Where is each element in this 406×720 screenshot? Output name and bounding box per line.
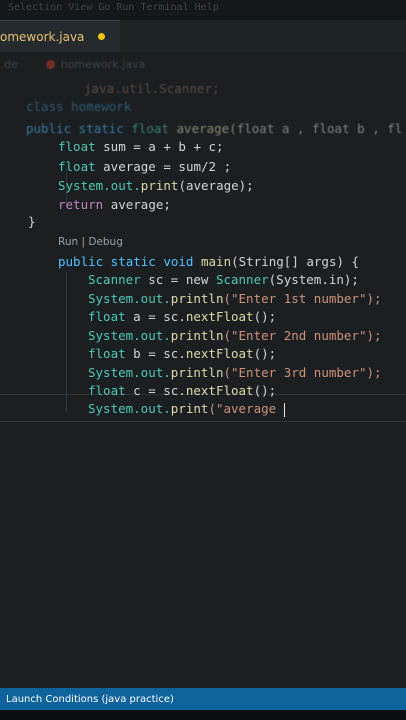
code-line-print-average-partial: System.out.print("average	[88, 401, 285, 417]
code-line-float-c: float c = sc.nextFloat();	[88, 383, 277, 398]
code-line-method-signature: public static float average(float a , fl…	[26, 121, 403, 136]
error-icon	[45, 59, 55, 69]
code-editor[interactable]: java.util.Scanner; class homework public…	[0, 76, 406, 688]
editor-tab-bar: omework.java	[0, 20, 406, 52]
tab-homework-java[interactable]: omework.java	[0, 20, 120, 52]
unsaved-dot-icon[interactable]	[98, 33, 106, 40]
breadcrumb: de homework.java	[0, 55, 406, 73]
status-bar[interactable]: Launch Conditions (java practice)	[0, 688, 406, 710]
code-line-sum: float sum = a + b + c;	[58, 139, 224, 154]
code-line-println-3: System.out.println("Enter 3rd number");	[88, 365, 382, 380]
code-line-import: java.util.Scanner;	[84, 81, 220, 96]
code-line-println-1: System.out.println("Enter 1st number");	[88, 291, 382, 306]
text-cursor	[283, 402, 285, 417]
tab-label: omework.java	[0, 29, 85, 44]
code-line-float-a: float a = sc.nextFloat();	[88, 309, 277, 324]
code-line-average: float average = sum/2 ;	[58, 159, 232, 174]
code-line-println-2: System.out.println("Enter 2nd number");	[88, 328, 382, 343]
breadcrumb-file[interactable]: homework.java	[61, 58, 145, 71]
indent-guide	[66, 272, 67, 412]
codelens-run-debug[interactable]: Run | Debug	[58, 233, 406, 251]
code-line-main: public static void main(String[] args) {	[58, 254, 360, 269]
bottom-edge	[0, 710, 406, 720]
code-line-float-b: float b = sc.nextFloat();	[88, 346, 277, 361]
breadcrumb-root[interactable]: de	[4, 58, 18, 71]
code-line-class: class homework	[26, 99, 132, 114]
code-line-scanner: Scanner sc = new Scanner(System.in);	[88, 272, 359, 287]
code-line-print-average: System.out.print(average);	[58, 178, 254, 193]
code-line-return: return average;	[58, 197, 171, 212]
code-line-close-brace: }	[28, 214, 36, 229]
menu-bar-text: Selection View Go Run Terminal Help	[8, 2, 219, 13]
menu-bar-faded: Selection View Go Run Terminal Help	[0, 0, 406, 20]
status-launch-config[interactable]: Launch Conditions (java practice)	[6, 694, 174, 705]
